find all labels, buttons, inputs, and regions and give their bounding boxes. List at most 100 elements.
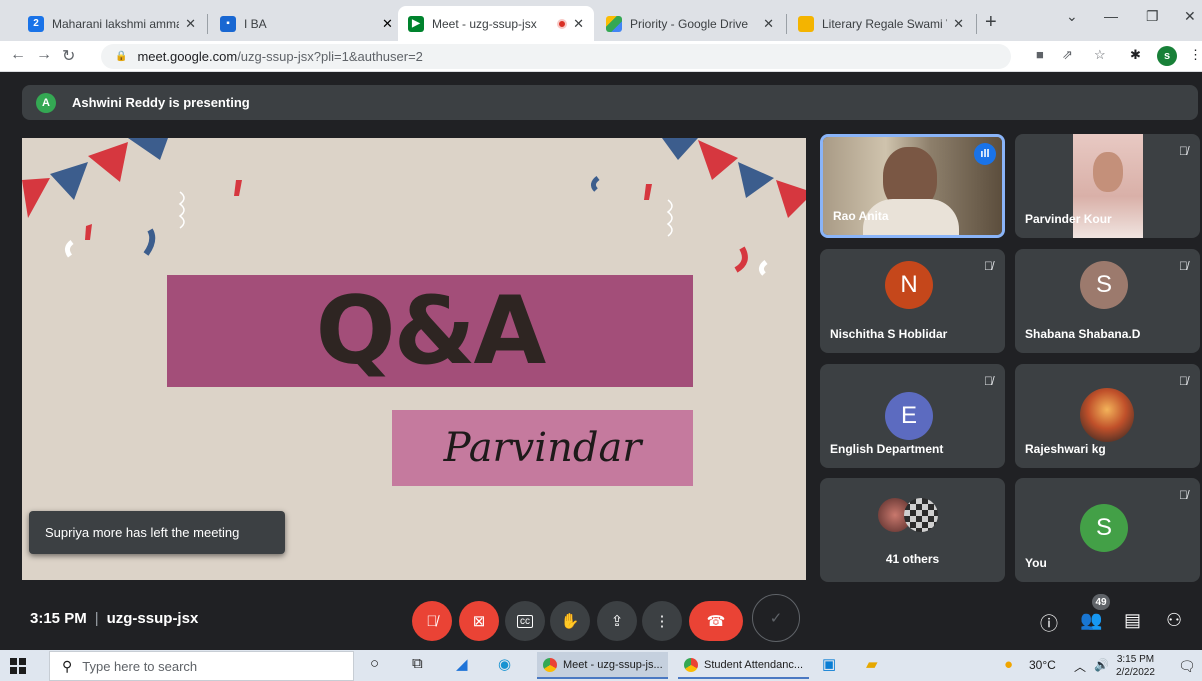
- tab-title: Meet - uzg-ssup-jsx: [432, 16, 537, 31]
- tab-title: Literary Regale Swami Viveka: [822, 16, 947, 31]
- camera-in-use-icon[interactable]: ■: [1036, 47, 1044, 62]
- present-button[interactable]: ⇪: [597, 601, 637, 641]
- slide-name: Parvindar: [443, 425, 642, 471]
- share-icon[interactable]: ⇗: [1062, 47, 1073, 63]
- tab-classroom[interactable]: ▪ I BA: [210, 6, 390, 41]
- checkmark-button[interactable]: ✓: [752, 594, 800, 642]
- people-count-badge: 49: [1092, 594, 1110, 610]
- meeting-controls-bar: 3:15 PM | uzg-ssup-jsx 🎙̸ ⊠ cc ✋ ⇪ ⋮ ☎ ✓ ⓘ…: [0, 592, 1202, 650]
- more-vert-icon: ⋮: [654, 613, 670, 630]
- tab-meet[interactable]: ▶ Meet - uzg-ssup-jsx ✕: [398, 6, 594, 41]
- tab-divider: [976, 14, 977, 34]
- close-tab-icon[interactable]: ✕: [573, 16, 584, 32]
- participant-name: Parvinder Kour: [1025, 212, 1112, 226]
- mic-off-icon: 🎙̸: [1179, 374, 1188, 388]
- tray-chevron-icon[interactable]: ︿: [1074, 658, 1086, 675]
- browser-toolbar: ← → ↻ 🔒 meet.google.com/uzg-ssup-jsx?pli…: [0, 41, 1202, 72]
- camera-off-icon: ⊠: [472, 613, 486, 630]
- taskbar-clock[interactable]: 3:15 PM 2/2/2022: [1116, 653, 1155, 679]
- url-domain: meet.google.com: [137, 49, 238, 64]
- browser-menu-icon[interactable]: ⋮: [1189, 47, 1202, 63]
- participant-tile[interactable]: 🎙̸ N Nischitha S Hoblidar: [820, 249, 1005, 353]
- recording-indicator-icon: [557, 18, 568, 29]
- taskbar-search[interactable]: ⚲ Type here to search: [49, 651, 354, 681]
- forward-icon[interactable]: →: [36, 46, 52, 64]
- more-options-button[interactable]: ⋮: [642, 601, 682, 641]
- notifications-icon[interactable]: 🗨: [1178, 658, 1196, 675]
- close-tab-icon[interactable]: ✕: [763, 16, 774, 32]
- presenter-avatar: A: [36, 92, 56, 113]
- participant-tile[interactable]: ıll Rao Anita: [820, 134, 1005, 238]
- meeting-details-icon[interactable]: ⓘ: [1040, 610, 1058, 636]
- slides-icon: [798, 15, 814, 32]
- divider: |: [94, 610, 99, 627]
- reload-icon[interactable]: ↻: [62, 46, 75, 66]
- captions-icon: cc: [517, 614, 533, 628]
- taskbar-chrome-meet[interactable]: Meet - uzg-ssup-js...: [537, 652, 668, 679]
- volume-icon[interactable]: 🔊: [1094, 658, 1109, 672]
- close-window-icon[interactable]: ✕: [1184, 8, 1196, 25]
- camera-toggle-button[interactable]: ⊠: [459, 601, 499, 641]
- hand-icon: ✋: [560, 613, 580, 630]
- cortana-icon[interactable]: ○: [370, 655, 379, 672]
- close-tab-icon[interactable]: ✕: [382, 16, 393, 32]
- participant-tile[interactable]: 🎙̸ Rajeshwari kg: [1015, 364, 1200, 468]
- participant-tile-self[interactable]: 🎙̸ S You: [1015, 478, 1200, 582]
- participant-name: Nischitha S Hoblidar: [830, 327, 948, 341]
- participant-tile[interactable]: 🎙̸ S Shabana Shabana.D: [1015, 249, 1200, 353]
- windows-start-icon[interactable]: [10, 658, 26, 674]
- bookmark-star-icon[interactable]: ☆: [1094, 47, 1106, 63]
- edge-icon[interactable]: ◉: [498, 655, 511, 673]
- mic-off-icon: 🎙̸: [984, 259, 993, 273]
- participant-name: You: [1025, 556, 1047, 570]
- tab-title: I BA: [244, 16, 267, 31]
- chat-icon[interactable]: ▤: [1124, 610, 1141, 631]
- photos-app-icon[interactable]: ◢: [456, 655, 468, 673]
- check-icon: ✓: [769, 610, 783, 627]
- url-path: /uzg-ssup-jsx?pli=1&authuser=2: [237, 49, 423, 64]
- participant-face: [1093, 152, 1123, 192]
- taskbar-chrome-attendance[interactable]: Student Attendanc...: [678, 652, 809, 679]
- store-icon[interactable]: ▣: [822, 655, 836, 673]
- tab-slides[interactable]: Literary Regale Swami Viveka ✕: [788, 6, 974, 41]
- taskbar-search-placeholder: Type here to search: [82, 658, 198, 674]
- restore-icon[interactable]: ❐: [1146, 8, 1159, 25]
- mic-toggle-button[interactable]: 🎙̸: [412, 601, 452, 641]
- extensions-icon[interactable]: ✱: [1130, 47, 1141, 63]
- meet-icon: ▶: [408, 15, 424, 32]
- clock-date: 2/2/2022: [1116, 667, 1155, 678]
- end-call-icon: ☎: [706, 613, 726, 630]
- profile-avatar[interactable]: s: [1157, 46, 1177, 66]
- browser-tab-strip: 2 Maharani lakshmi ammanni c ✕ ▪ I BA ✕ …: [0, 0, 1202, 41]
- windows-taskbar: ⚲ Type here to search ○ ⧉ ◢ ◉ Meet - uzg…: [0, 650, 1202, 681]
- participant-photo: [1080, 388, 1134, 442]
- close-tab-icon[interactable]: ✕: [953, 16, 964, 32]
- task-view-icon[interactable]: ⧉: [412, 655, 423, 672]
- mic-off-icon: 🎙̸: [984, 374, 993, 388]
- back-icon[interactable]: ←: [10, 46, 26, 64]
- tab-divider: [786, 14, 787, 34]
- participant-tile[interactable]: 🎙̸ Parvinder Kour: [1015, 134, 1200, 238]
- address-bar[interactable]: 🔒 meet.google.com/uzg-ssup-jsx?pli=1&aut…: [101, 44, 1011, 69]
- new-tab-button[interactable]: +: [985, 11, 997, 34]
- tab-drive[interactable]: Priority - Google Drive ✕: [596, 6, 784, 41]
- participant-avatar: S: [1080, 261, 1128, 309]
- close-tab-icon[interactable]: ✕: [185, 16, 196, 32]
- weather-temperature[interactable]: 30°C: [1029, 658, 1056, 672]
- minimize-icon[interactable]: —: [1104, 8, 1118, 24]
- slide-heading: Q&A: [315, 276, 547, 386]
- tab-search-icon[interactable]: ⌄: [1066, 8, 1078, 25]
- participant-tile[interactable]: 🎙̸ E English Department: [820, 364, 1005, 468]
- activities-icon[interactable]: ⚇: [1166, 610, 1182, 631]
- participant-avatar: S: [1080, 504, 1128, 552]
- taskbar-task-label: Meet - uzg-ssup-js...: [563, 658, 663, 671]
- raise-hand-button[interactable]: ✋: [550, 601, 590, 641]
- people-icon[interactable]: 👥: [1080, 610, 1102, 631]
- others-count: 41 others: [885, 552, 940, 566]
- leave-call-button[interactable]: ☎: [689, 601, 743, 641]
- captions-button[interactable]: cc: [505, 601, 545, 641]
- sticky-notes-icon[interactable]: ▰: [866, 655, 878, 673]
- tab-calendar[interactable]: 2 Maharani lakshmi ammanni c ✕: [18, 6, 206, 41]
- participant-avatar: E: [885, 392, 933, 440]
- others-tile[interactable]: 41 others: [820, 478, 1005, 582]
